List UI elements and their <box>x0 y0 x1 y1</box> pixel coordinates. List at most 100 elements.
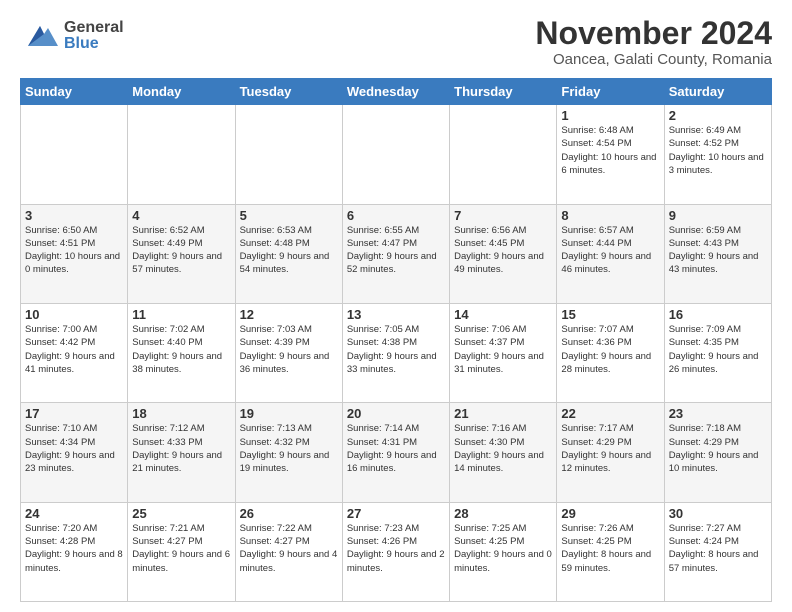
calendar-body: 1Sunrise: 6:48 AM Sunset: 4:54 PM Daylig… <box>21 105 772 602</box>
day-info: Sunrise: 7:00 AM Sunset: 4:42 PM Dayligh… <box>25 323 123 376</box>
day-info: Sunrise: 7:07 AM Sunset: 4:36 PM Dayligh… <box>561 323 659 376</box>
day-info: Sunrise: 6:55 AM Sunset: 4:47 PM Dayligh… <box>347 224 445 277</box>
calendar-cell: 8Sunrise: 6:57 AM Sunset: 4:44 PM Daylig… <box>557 204 664 303</box>
header-wednesday: Wednesday <box>342 79 449 105</box>
day-number: 28 <box>454 506 552 521</box>
day-number: 5 <box>240 208 338 223</box>
title-block: November 2024 Oancea, Galati County, Rom… <box>535 16 772 68</box>
header-saturday: Saturday <box>664 79 771 105</box>
calendar-cell <box>21 105 128 204</box>
logo-blue-text: Blue <box>64 36 124 52</box>
day-info: Sunrise: 6:50 AM Sunset: 4:51 PM Dayligh… <box>25 224 123 277</box>
day-info: Sunrise: 7:09 AM Sunset: 4:35 PM Dayligh… <box>669 323 767 376</box>
calendar-week-5: 24Sunrise: 7:20 AM Sunset: 4:28 PM Dayli… <box>21 502 772 601</box>
weekday-row: Sunday Monday Tuesday Wednesday Thursday… <box>21 79 772 105</box>
day-info: Sunrise: 6:59 AM Sunset: 4:43 PM Dayligh… <box>669 224 767 277</box>
header-thursday: Thursday <box>450 79 557 105</box>
logo-general-text: General <box>64 20 124 36</box>
day-number: 9 <box>669 208 767 223</box>
calendar-cell: 5Sunrise: 6:53 AM Sunset: 4:48 PM Daylig… <box>235 204 342 303</box>
calendar-cell: 15Sunrise: 7:07 AM Sunset: 4:36 PM Dayli… <box>557 303 664 402</box>
day-number: 30 <box>669 506 767 521</box>
day-info: Sunrise: 7:05 AM Sunset: 4:38 PM Dayligh… <box>347 323 445 376</box>
day-number: 15 <box>561 307 659 322</box>
calendar-cell: 19Sunrise: 7:13 AM Sunset: 4:32 PM Dayli… <box>235 403 342 502</box>
calendar-cell <box>235 105 342 204</box>
day-number: 2 <box>669 108 767 123</box>
calendar-title: November 2024 <box>535 16 772 51</box>
day-number: 10 <box>25 307 123 322</box>
day-info: Sunrise: 6:53 AM Sunset: 4:48 PM Dayligh… <box>240 224 338 277</box>
day-info: Sunrise: 7:12 AM Sunset: 4:33 PM Dayligh… <box>132 422 230 475</box>
day-info: Sunrise: 6:57 AM Sunset: 4:44 PM Dayligh… <box>561 224 659 277</box>
day-info: Sunrise: 7:27 AM Sunset: 4:24 PM Dayligh… <box>669 522 767 575</box>
logo-name: General Blue <box>64 20 124 52</box>
day-number: 13 <box>347 307 445 322</box>
day-info: Sunrise: 6:56 AM Sunset: 4:45 PM Dayligh… <box>454 224 552 277</box>
day-number: 7 <box>454 208 552 223</box>
calendar-cell: 18Sunrise: 7:12 AM Sunset: 4:33 PM Dayli… <box>128 403 235 502</box>
day-number: 19 <box>240 406 338 421</box>
calendar-cell: 4Sunrise: 6:52 AM Sunset: 4:49 PM Daylig… <box>128 204 235 303</box>
header-friday: Friday <box>557 79 664 105</box>
calendar-cell <box>128 105 235 204</box>
calendar-cell: 16Sunrise: 7:09 AM Sunset: 4:35 PM Dayli… <box>664 303 771 402</box>
calendar-week-3: 10Sunrise: 7:00 AM Sunset: 4:42 PM Dayli… <box>21 303 772 402</box>
calendar-cell: 28Sunrise: 7:25 AM Sunset: 4:25 PM Dayli… <box>450 502 557 601</box>
header-tuesday: Tuesday <box>235 79 342 105</box>
calendar-week-1: 1Sunrise: 6:48 AM Sunset: 4:54 PM Daylig… <box>21 105 772 204</box>
day-info: Sunrise: 7:23 AM Sunset: 4:26 PM Dayligh… <box>347 522 445 575</box>
day-number: 24 <box>25 506 123 521</box>
calendar-cell: 12Sunrise: 7:03 AM Sunset: 4:39 PM Dayli… <box>235 303 342 402</box>
calendar-subtitle: Oancea, Galati County, Romania <box>535 51 772 68</box>
calendar-cell <box>450 105 557 204</box>
day-number: 12 <box>240 307 338 322</box>
day-number: 14 <box>454 307 552 322</box>
day-number: 21 <box>454 406 552 421</box>
day-info: Sunrise: 7:14 AM Sunset: 4:31 PM Dayligh… <box>347 422 445 475</box>
calendar-cell: 7Sunrise: 6:56 AM Sunset: 4:45 PM Daylig… <box>450 204 557 303</box>
logo: General Blue <box>20 16 124 56</box>
calendar-cell: 21Sunrise: 7:16 AM Sunset: 4:30 PM Dayli… <box>450 403 557 502</box>
day-info: Sunrise: 7:13 AM Sunset: 4:32 PM Dayligh… <box>240 422 338 475</box>
calendar-week-4: 17Sunrise: 7:10 AM Sunset: 4:34 PM Dayli… <box>21 403 772 502</box>
day-info: Sunrise: 7:10 AM Sunset: 4:34 PM Dayligh… <box>25 422 123 475</box>
day-info: Sunrise: 7:17 AM Sunset: 4:29 PM Dayligh… <box>561 422 659 475</box>
day-number: 3 <box>25 208 123 223</box>
day-info: Sunrise: 6:48 AM Sunset: 4:54 PM Dayligh… <box>561 124 659 177</box>
page: General Blue November 2024 Oancea, Galat… <box>0 0 792 612</box>
day-number: 27 <box>347 506 445 521</box>
calendar-cell: 3Sunrise: 6:50 AM Sunset: 4:51 PM Daylig… <box>21 204 128 303</box>
calendar-cell: 17Sunrise: 7:10 AM Sunset: 4:34 PM Dayli… <box>21 403 128 502</box>
calendar-week-2: 3Sunrise: 6:50 AM Sunset: 4:51 PM Daylig… <box>21 204 772 303</box>
calendar-cell: 13Sunrise: 7:05 AM Sunset: 4:38 PM Dayli… <box>342 303 449 402</box>
day-info: Sunrise: 7:03 AM Sunset: 4:39 PM Dayligh… <box>240 323 338 376</box>
header-monday: Monday <box>128 79 235 105</box>
day-number: 23 <box>669 406 767 421</box>
day-number: 16 <box>669 307 767 322</box>
day-info: Sunrise: 6:49 AM Sunset: 4:52 PM Dayligh… <box>669 124 767 177</box>
calendar-cell: 20Sunrise: 7:14 AM Sunset: 4:31 PM Dayli… <box>342 403 449 502</box>
calendar-cell: 29Sunrise: 7:26 AM Sunset: 4:25 PM Dayli… <box>557 502 664 601</box>
header-sunday: Sunday <box>21 79 128 105</box>
calendar-cell <box>342 105 449 204</box>
day-info: Sunrise: 7:21 AM Sunset: 4:27 PM Dayligh… <box>132 522 230 575</box>
day-info: Sunrise: 7:02 AM Sunset: 4:40 PM Dayligh… <box>132 323 230 376</box>
header: General Blue November 2024 Oancea, Galat… <box>20 16 772 68</box>
day-info: Sunrise: 7:20 AM Sunset: 4:28 PM Dayligh… <box>25 522 123 575</box>
calendar-cell: 30Sunrise: 7:27 AM Sunset: 4:24 PM Dayli… <box>664 502 771 601</box>
day-info: Sunrise: 7:26 AM Sunset: 4:25 PM Dayligh… <box>561 522 659 575</box>
day-number: 18 <box>132 406 230 421</box>
day-number: 8 <box>561 208 659 223</box>
day-info: Sunrise: 6:52 AM Sunset: 4:49 PM Dayligh… <box>132 224 230 277</box>
day-number: 4 <box>132 208 230 223</box>
day-number: 22 <box>561 406 659 421</box>
calendar-cell: 26Sunrise: 7:22 AM Sunset: 4:27 PM Dayli… <box>235 502 342 601</box>
calendar-cell: 6Sunrise: 6:55 AM Sunset: 4:47 PM Daylig… <box>342 204 449 303</box>
calendar-cell: 23Sunrise: 7:18 AM Sunset: 4:29 PM Dayli… <box>664 403 771 502</box>
calendar-table: Sunday Monday Tuesday Wednesday Thursday… <box>20 78 772 602</box>
day-info: Sunrise: 7:16 AM Sunset: 4:30 PM Dayligh… <box>454 422 552 475</box>
day-number: 25 <box>132 506 230 521</box>
day-info: Sunrise: 7:18 AM Sunset: 4:29 PM Dayligh… <box>669 422 767 475</box>
calendar-cell: 24Sunrise: 7:20 AM Sunset: 4:28 PM Dayli… <box>21 502 128 601</box>
